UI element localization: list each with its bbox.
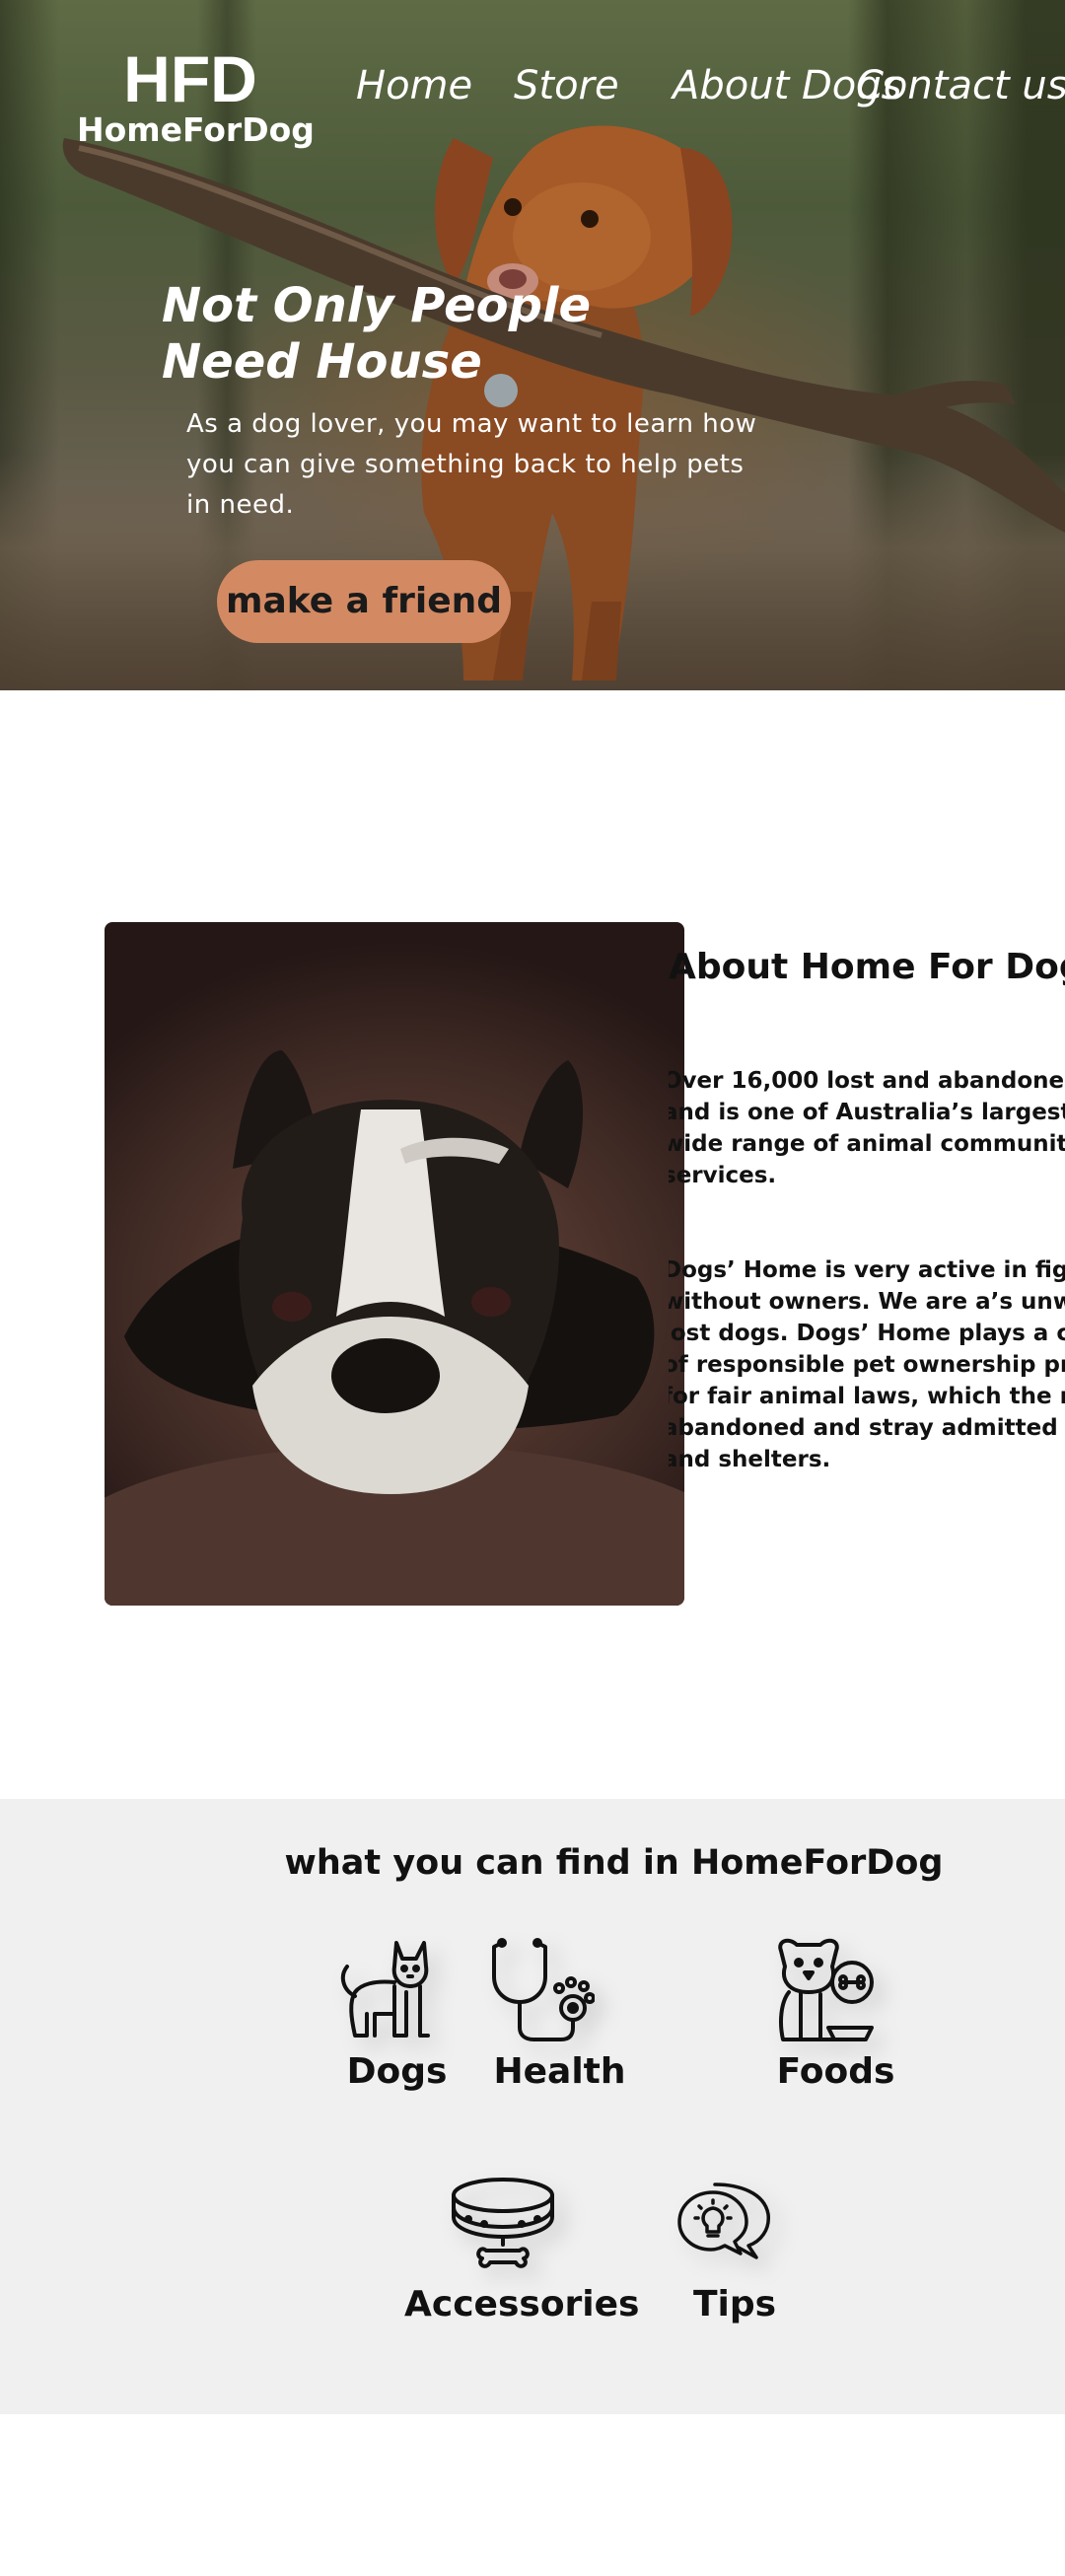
about-paragraph-2: Dogs’ Home is very active in fighting fo… bbox=[669, 1257, 1065, 1472]
category-accessories-label: Accessories bbox=[404, 2284, 640, 2325]
hero-banner: HFD HomeForDog Home Store About Dogs Con… bbox=[0, 0, 1065, 690]
site-logo[interactable]: HFD HomeForDog bbox=[77, 42, 315, 150]
nav-link-store[interactable]: Store bbox=[514, 61, 619, 110]
hero-title-line-2: Need House bbox=[162, 334, 482, 390]
about-paragraph-1: Over 16,000 lost and abandoned dogs ever… bbox=[669, 1068, 1065, 1188]
dog-icon bbox=[340, 1941, 430, 2038]
category-tips-label: Tips bbox=[692, 2284, 777, 2325]
tips-chat-bulb-icon bbox=[677, 2182, 770, 2259]
nav-link-home[interactable]: Home bbox=[356, 61, 472, 110]
logo-title: HFD bbox=[123, 42, 257, 115]
boston-terrier-illustration bbox=[105, 1050, 684, 1606]
category-accessories[interactable]: Accessories bbox=[404, 2174, 640, 2331]
hero-title: Not Only People Need House bbox=[162, 278, 591, 391]
dog-collar-icon bbox=[452, 2178, 554, 2268]
nav-link-contact-us[interactable]: Contact us bbox=[856, 61, 1065, 110]
category-foods-label: Foods bbox=[776, 2051, 895, 2092]
category-tips[interactable]: Tips bbox=[671, 2174, 799, 2331]
category-dogs-label: Dogs bbox=[346, 2051, 448, 2092]
dog-food-icon bbox=[778, 1938, 874, 2041]
hero-title-line-1: Not Only People bbox=[162, 278, 592, 333]
make-a-friend-button[interactable]: make a friend bbox=[217, 560, 511, 643]
hero-description: As a dog lover, you may want to learn ho… bbox=[186, 409, 757, 520]
category-foods[interactable]: Foods bbox=[764, 1937, 907, 2095]
about-text: Over 16,000 lost and abandoned dogs ever… bbox=[669, 1065, 1065, 1558]
about-title: About Home For Dog bbox=[669, 947, 1065, 987]
boston-terrier-photo bbox=[105, 922, 684, 1606]
find-title: what you can find in HomeForDog bbox=[284, 1843, 944, 1883]
logo-subtitle: HomeForDog bbox=[77, 110, 315, 149]
category-health[interactable]: Health bbox=[488, 1937, 631, 2095]
category-dogs[interactable]: Dogs bbox=[325, 1937, 468, 2095]
stethoscope-paw-icon bbox=[492, 1938, 595, 2041]
category-health-label: Health bbox=[493, 2051, 626, 2092]
find-section: what you can find in HomeForDog Dogs Hea… bbox=[0, 1799, 1065, 2414]
